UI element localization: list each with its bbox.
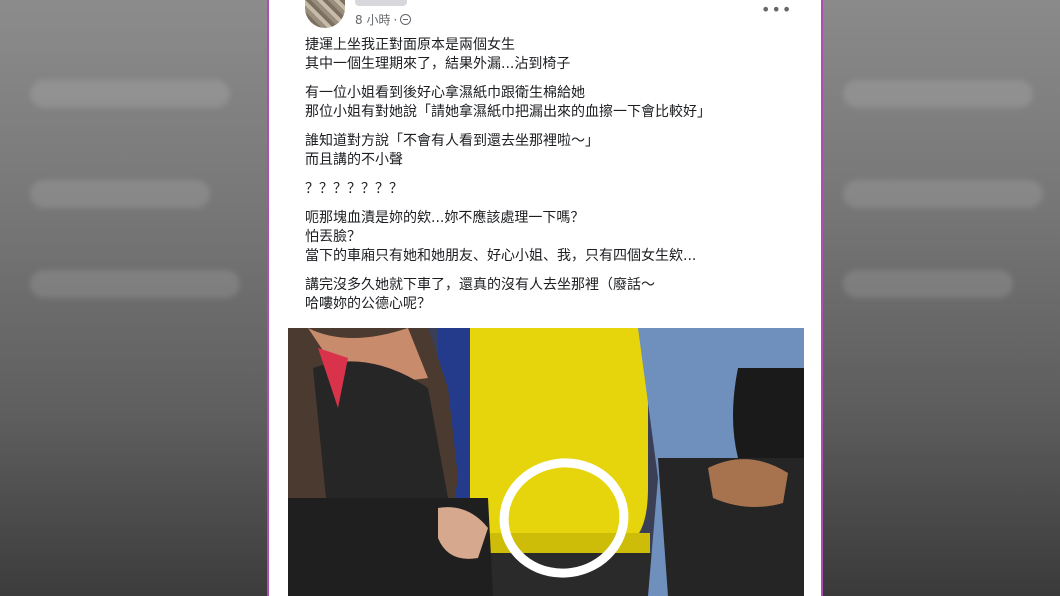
paragraph: 呃那塊血漬是妳的欸...妳不應該處理一下嗎？ 怕丟臉？ 當下的車廂只有她和她朋友… — [305, 209, 805, 266]
blurred-text — [30, 80, 230, 108]
meta-separator: · — [393, 12, 398, 27]
post-meta: 8 小時 · — [355, 11, 412, 28]
text-line: 捷運上坐我正對面原本是兩個女生 — [305, 37, 515, 53]
text-line: 那位小姐有對她說「請她拿濕紙巾把漏出來的血擦一下會比較好」 — [305, 104, 711, 120]
shoulder-bag — [733, 368, 804, 458]
paragraph: 有一位小姐看到後好心拿濕紙巾跟衛生棉給她 那位小姐有對她說「請她拿濕紙巾把漏出來… — [305, 84, 805, 122]
more-dots-icon[interactable]: ••• — [761, 0, 792, 19]
text-line: 其中一個生理期來了，結果外漏...沾到椅子 — [305, 56, 571, 72]
text-line: 有一位小姐看到後好心拿濕紙巾跟衛生棉給她 — [305, 85, 585, 101]
text-line: 而且講的不小聲 — [305, 152, 403, 168]
text-line: ？？？？？？？ — [305, 181, 403, 197]
post-time[interactable]: 8 小時 — [355, 11, 390, 28]
text-line: 誰知道對方說「不會有人看到還去坐那裡啦～」 — [305, 133, 599, 149]
avatar[interactable] — [305, 0, 345, 28]
subway-seat-photo — [288, 328, 804, 596]
text-line: 當下的車廂只有她和她朋友、好心小姐、我，只有四個女生欸... — [305, 248, 697, 264]
blurred-text — [30, 180, 210, 208]
paragraph: 捷運上坐我正對面原本是兩個女生 其中一個生理期來了，結果外漏...沾到椅子 — [305, 36, 805, 74]
globe-icon — [400, 14, 412, 25]
blurred-background-right — [823, 0, 1060, 596]
blurred-text — [30, 270, 240, 298]
frame-border-right — [821, 0, 823, 596]
paragraph: ？？？？？？？ — [305, 180, 805, 199]
blurred-text — [843, 80, 1033, 108]
paragraph: 誰知道對方說「不會有人看到還去坐那裡啦～」 而且講的不小聲 — [305, 132, 805, 170]
facebook-post: 8 小時 · ••• 捷運上坐我正對面原本是兩個女生 其中一個生理期來了，結果外… — [269, 0, 821, 596]
text-line: 講完沒多久她就下車了，還真的沒有人去坐那裡（廢話～ — [305, 277, 655, 293]
author-name-redacted[interactable] — [355, 0, 407, 6]
paragraph: 講完沒多久她就下車了，還真的沒有人去坐那裡（廢話～ 哈嘍妳的公德心呢？ — [305, 276, 805, 314]
blurred-background-left — [0, 0, 267, 596]
post-photo[interactable] — [288, 328, 804, 596]
blurred-text — [843, 270, 1013, 298]
blurred-text — [843, 180, 1043, 208]
text-line: 呃那塊血漬是妳的欸...妳不應該處理一下嗎？ — [305, 210, 585, 226]
post-text: 捷運上坐我正對面原本是兩個女生 其中一個生理期來了，結果外漏...沾到椅子 有一… — [305, 36, 805, 324]
text-line: 哈嘍妳的公德心呢？ — [305, 296, 431, 312]
text-line: 怕丟臉？ — [305, 229, 361, 245]
